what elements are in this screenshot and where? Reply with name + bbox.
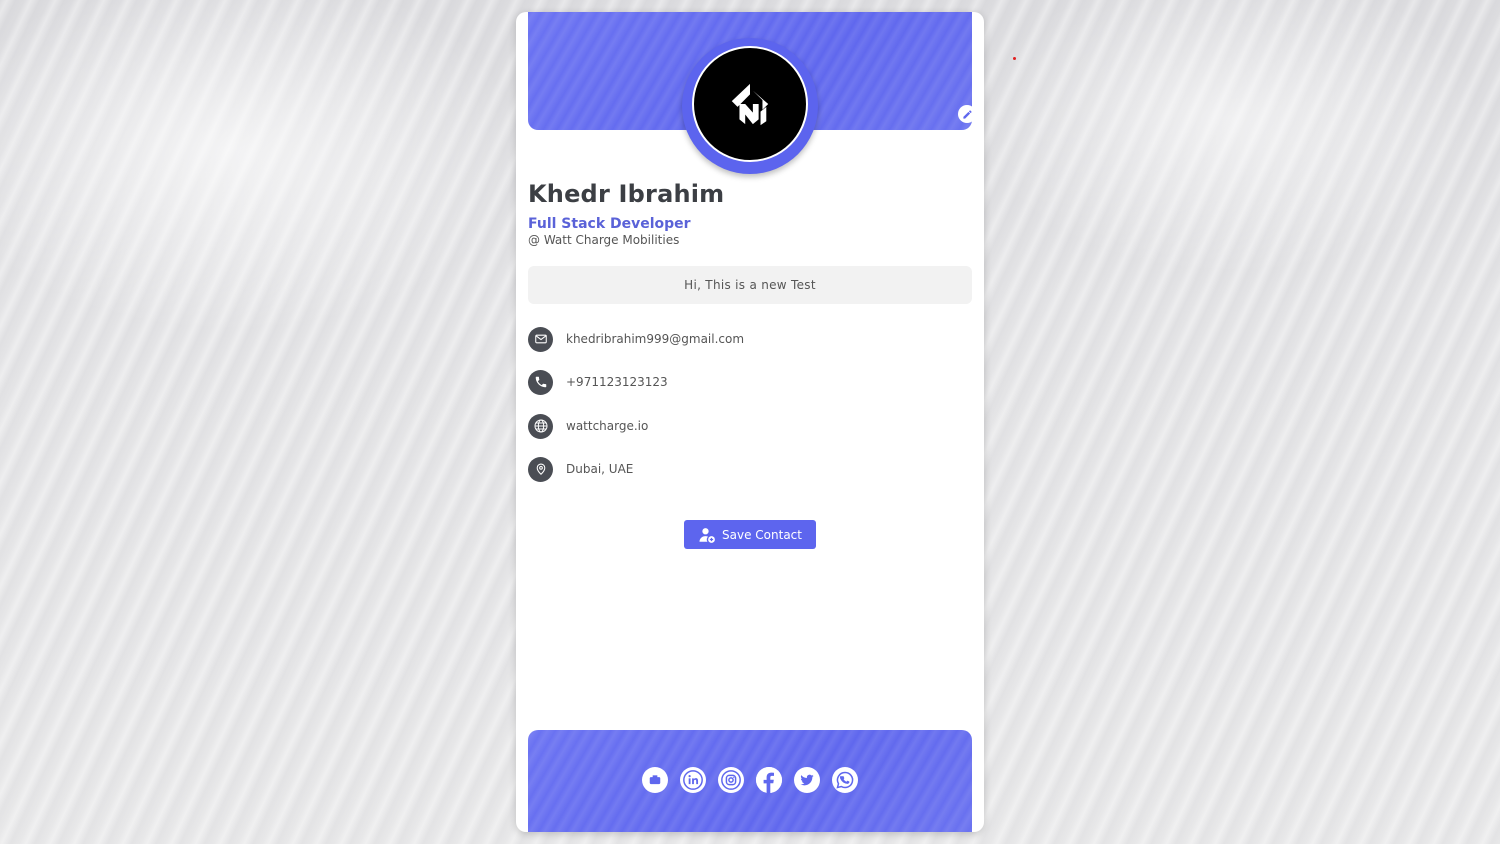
globe-icon — [528, 413, 553, 439]
footer-banner — [528, 730, 972, 832]
contact-phone[interactable]: +971123123123 — [528, 369, 668, 395]
add-user-icon — [699, 527, 715, 543]
company-name: @ Watt Charge Mobilities — [528, 233, 680, 247]
social-linkedin[interactable] — [680, 767, 706, 793]
logo-icon — [731, 83, 769, 126]
mail-icon — [528, 326, 553, 352]
save-contact-button[interactable]: Save Contact — [684, 520, 816, 549]
social-links — [528, 767, 972, 793]
bio-text: Hi, This is a new Test — [684, 278, 816, 292]
save-contact-label: Save Contact — [722, 527, 802, 542]
social-whatsapp[interactable] — [832, 767, 858, 793]
social-instagram[interactable] — [718, 767, 744, 793]
location-text: Dubai, UAE — [566, 462, 634, 476]
contact-website[interactable]: wattcharge.io — [528, 413, 648, 439]
twitter-icon — [800, 774, 814, 786]
avatar-ring — [682, 38, 818, 174]
briefcase-icon — [649, 775, 661, 785]
website-text: wattcharge.io — [566, 419, 649, 433]
job-title: Full Stack Developer — [528, 216, 691, 232]
facebook-icon — [756, 767, 782, 793]
pencil-icon — [962, 109, 972, 119]
contact-email[interactable]: khedribrahim999@gmail.com — [528, 326, 744, 352]
contact-location[interactable]: Dubai, UAE — [528, 456, 633, 482]
bio-box: Hi, This is a new Test — [528, 266, 972, 304]
whatsapp-icon — [836, 771, 854, 789]
instagram-icon — [721, 770, 741, 790]
phone-icon — [528, 369, 553, 395]
profile-card: Khedr Ibrahim Full Stack Developer @ Wat… — [516, 12, 984, 832]
social-facebook[interactable] — [756, 767, 782, 793]
avatar[interactable] — [692, 46, 808, 162]
profile-name: Khedr Ibrahim — [528, 180, 725, 208]
location-pin-icon — [528, 456, 553, 482]
social-twitter[interactable] — [794, 767, 820, 793]
social-portfolio[interactable] — [642, 767, 668, 793]
email-text: khedribrahim999@gmail.com — [566, 332, 745, 346]
linkedin-icon — [683, 770, 703, 790]
red-dot — [1013, 57, 1016, 60]
edit-button[interactable] — [958, 105, 976, 123]
phone-text: +971123123123 — [566, 375, 668, 389]
